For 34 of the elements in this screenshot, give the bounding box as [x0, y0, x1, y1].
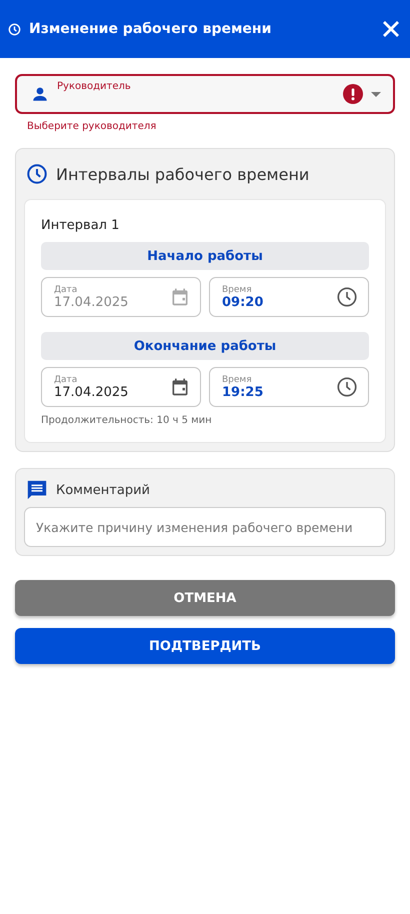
- field-label: Время: [222, 284, 253, 294]
- confirm-button[interactable]: ПОДТВЕРДИТЬ: [15, 628, 395, 664]
- end-heading: Окончание работы: [41, 332, 369, 360]
- time-field[interactable]: Время 09:20: [209, 277, 369, 317]
- clock-icon: [8, 22, 21, 36]
- duration-text: Продолжительность: 10 ч 5 мин: [41, 415, 213, 426]
- clock-icon: [26, 163, 48, 185]
- time-field[interactable]: Время 19:25: [209, 367, 369, 407]
- interval-title: Интервал 1: [41, 218, 120, 233]
- field-label: Дата: [54, 284, 78, 294]
- field-value: 17.04.2025: [54, 384, 130, 400]
- clock-icon: [336, 376, 358, 398]
- clock-icon: [336, 286, 358, 308]
- date-field[interactable]: Дата 17.04.2025: [41, 367, 201, 407]
- section-title: Комментарий: [56, 482, 150, 498]
- close-icon[interactable]: [382, 20, 400, 38]
- section-title: Интервалы рабочего времени: [56, 164, 310, 184]
- field-value: 19:25: [222, 384, 264, 400]
- comment-field[interactable]: Укажите причину изменения рабочего времени: [24, 507, 386, 547]
- field-label: Руководитель: [57, 81, 132, 92]
- calendar-icon[interactable]: [170, 377, 190, 397]
- window-title: Изменение рабочего времени: [29, 21, 272, 37]
- start-heading: Начало работы: [41, 242, 369, 270]
- field-label: Время: [222, 374, 253, 384]
- manager-select[interactable]: Руководитель: [15, 74, 395, 114]
- caret-icon[interactable]: [371, 92, 381, 96]
- comment-icon: [26, 479, 48, 501]
- error-icon: [343, 84, 363, 104]
- person-icon: [31, 85, 49, 103]
- cancel-button[interactable]: ОТМЕНА: [15, 580, 395, 616]
- field-value: 09:20: [222, 294, 264, 310]
- field-label: Дата: [54, 374, 78, 384]
- field-value: 17.04.2025: [54, 294, 130, 310]
- error-message: Выберите руководителя: [27, 121, 158, 132]
